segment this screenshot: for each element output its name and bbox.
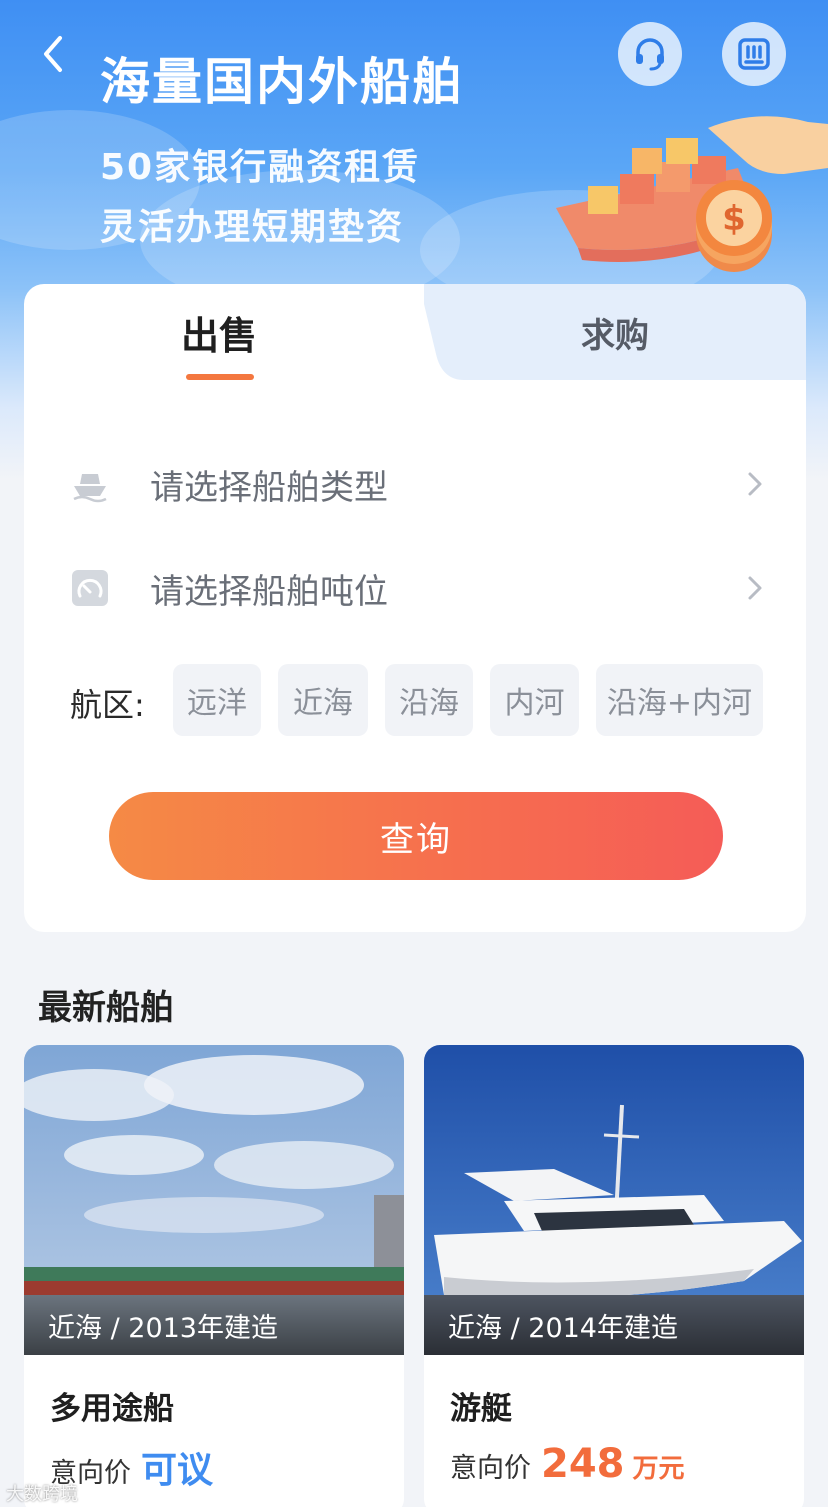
banner-subtitle: 50家银行融资租赁 xyxy=(100,147,421,188)
price-row: 意向价 248 万元 xyxy=(450,1441,685,1487)
chevron-right-icon xyxy=(748,576,762,600)
tab-sell[interactable]: 出售 xyxy=(24,284,414,380)
headset-icon xyxy=(636,38,664,71)
price-value: 248 xyxy=(541,1441,625,1487)
ship-icon xyxy=(73,474,107,503)
ship-card[interactable]: 近海 / 2014年建造 游艇 意向价 248 万元 xyxy=(424,1045,804,1507)
ship-tonnage-placeholder: 请选择船舶吨位 xyxy=(150,571,388,612)
watermark: 大数跨境 xyxy=(6,1484,78,1505)
price-negotiable: 可议 xyxy=(141,1450,214,1491)
chevron-left-icon xyxy=(44,36,62,72)
customer-service-button[interactable] xyxy=(618,22,682,86)
price-unit: 万元 xyxy=(632,1454,685,1484)
active-tab-indicator xyxy=(186,374,254,380)
svg-text:$: $ xyxy=(722,199,746,239)
tab-bar: 出售 求购 xyxy=(24,284,806,380)
area-chip-ocean[interactable]: 远洋 xyxy=(173,664,261,736)
page-title: 海量国内外船舶 xyxy=(100,53,464,111)
section-title-latest: 最新船舶 xyxy=(38,988,174,1028)
ship-photo: 近海 / 2014年建造 xyxy=(424,1045,804,1355)
back-button[interactable] xyxy=(34,30,74,78)
ship-caption: 近海 / 2014年建造 xyxy=(424,1295,804,1355)
navigation-area-label: 航区: xyxy=(70,686,145,724)
ship-tonnage-select[interactable]: 请选择船舶吨位 xyxy=(24,548,806,628)
ship-name: 多用途船 xyxy=(50,1391,174,1427)
area-chip-offshore[interactable]: 近海 xyxy=(278,664,368,736)
area-chip-inland[interactable]: 内河 xyxy=(490,664,579,736)
chevron-right-icon xyxy=(748,472,762,496)
scan-button[interactable] xyxy=(722,22,786,86)
area-chip-coastal-inland[interactable]: 沿海+内河 xyxy=(596,664,763,736)
tab-buy[interactable]: 求购 xyxy=(424,284,806,380)
ship-coin-illustration: $ xyxy=(556,116,828,272)
price-label: 意向价 xyxy=(450,1453,531,1484)
query-button[interactable]: 查询 xyxy=(109,792,723,880)
ship-name: 游艇 xyxy=(450,1391,512,1427)
ship-caption: 近海 / 2013年建造 xyxy=(24,1295,404,1355)
gauge-icon xyxy=(72,570,108,606)
scan-icon xyxy=(738,38,770,70)
banner-subtitle: 灵活办理短期垫资 xyxy=(100,207,405,248)
ship-type-select[interactable]: 请选择船舶类型 xyxy=(24,444,806,524)
ship-type-placeholder: 请选择船舶类型 xyxy=(150,467,388,508)
ship-photo: 近海 / 2013年建造 xyxy=(24,1045,404,1355)
area-chip-coastal[interactable]: 沿海 xyxy=(385,664,473,736)
search-card: 出售 求购 请选择船舶类型 请选择船舶吨位 航区: 远洋 近海 沿海 内河 沿海… xyxy=(24,284,806,932)
ship-card[interactable]: 近海 / 2013年建造 多用途船 意向价 可议 xyxy=(24,1045,404,1507)
